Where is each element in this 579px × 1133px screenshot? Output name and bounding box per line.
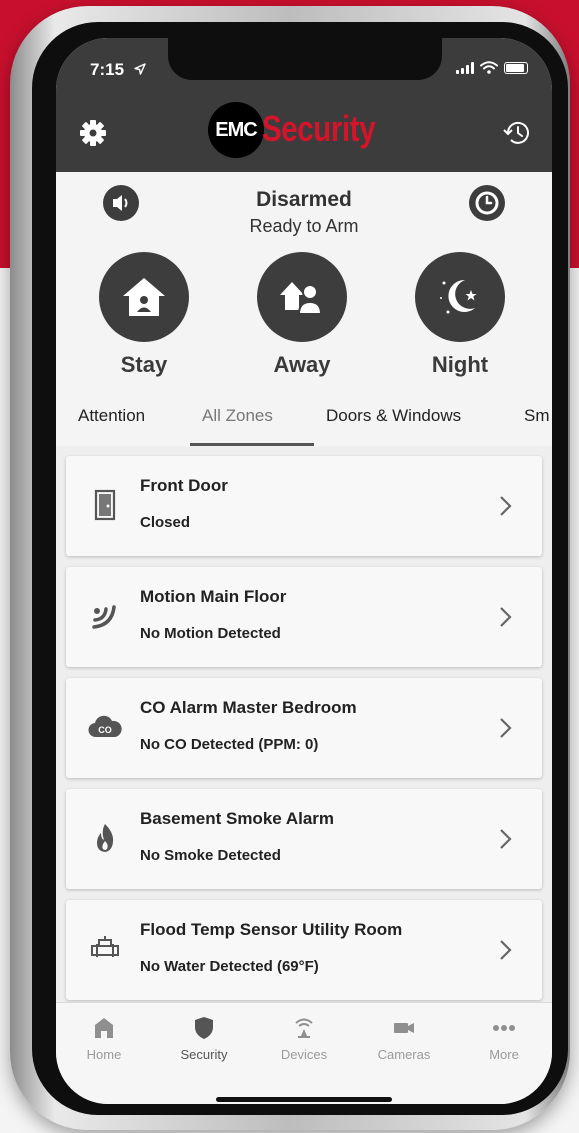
mode-night-circle: [415, 252, 505, 342]
zone-status: No CO Detected (PPM: 0): [140, 736, 319, 753]
mode-away-label: Away: [273, 352, 331, 377]
history-icon[interactable]: [500, 116, 534, 150]
battery-icon: [504, 61, 528, 74]
tabbar-security[interactable]: Security: [164, 1015, 244, 1062]
motion-icon: [92, 605, 116, 629]
zone-status: No Motion Detected: [140, 625, 281, 642]
mode-night-button[interactable]: Night: [412, 252, 508, 378]
chevron-right-icon[interactable]: [498, 605, 514, 629]
home-indicator: [216, 1097, 392, 1102]
zone-card-co-alarm[interactable]: CO CO Alarm Master Bedroom No CO Detecte…: [66, 678, 542, 778]
tabbar-cameras[interactable]: Cameras: [364, 1015, 444, 1062]
zone-name: Front Door: [140, 476, 228, 495]
zone-filter-tabs: Attention All Zones Doors & Windows Sm: [56, 394, 552, 447]
zone-list: Front Door Closed Motion Main Floor No M…: [56, 446, 552, 1002]
mode-away-button[interactable]: Away: [254, 252, 350, 378]
house-icon: [123, 278, 165, 316]
moon-stars-icon: [440, 279, 477, 314]
tab-all-zones[interactable]: All Zones: [202, 406, 273, 426]
arm-panel: Disarmed Ready to Arm Stay Away Night At…: [56, 172, 552, 447]
tabbar-label: Cameras: [377, 1047, 431, 1062]
mode-stay-button[interactable]: Stay: [96, 252, 192, 378]
shield-icon: [195, 1017, 213, 1039]
tabbar-label: Security: [180, 1047, 228, 1062]
zone-name: CO Alarm Master Bedroom: [140, 698, 357, 717]
location-arrow-icon: [134, 63, 146, 75]
mode-stay-circle: [99, 252, 189, 342]
home-icon: [95, 1018, 113, 1038]
tabbar-label: More: [489, 1047, 519, 1062]
zone-status: Closed: [140, 514, 191, 531]
door-icon: [94, 489, 116, 521]
user-away-icon: [280, 282, 323, 315]
tabbar-home[interactable]: Home: [64, 1015, 144, 1062]
emc-security-logo: EMC Security: [208, 100, 390, 158]
zone-name: Motion Main Floor: [140, 587, 287, 606]
chevron-right-icon[interactable]: [498, 827, 514, 851]
more-dots-icon: [493, 1025, 515, 1031]
tabbar-devices[interactable]: Devices: [264, 1015, 344, 1062]
zone-card-front-door[interactable]: Front Door Closed: [66, 456, 542, 556]
tab-attention[interactable]: Attention: [78, 406, 145, 426]
mode-night-label: Night: [431, 352, 489, 377]
svg-text:CO: CO: [98, 725, 112, 735]
co-cloud-icon: CO: [88, 715, 122, 738]
chevron-right-icon[interactable]: [498, 494, 514, 518]
mode-stay-label: Stay: [120, 352, 168, 377]
status-time: 7:15: [90, 60, 125, 79]
zone-card-flood-sensor[interactable]: Flood Temp Sensor Utility Room No Water …: [66, 900, 542, 1000]
zone-status: No Water Detected (69°F): [140, 958, 319, 975]
signal-bars-icon: [456, 61, 474, 74]
mode-away-circle: [257, 252, 347, 342]
tabbar-label: Home: [86, 1047, 122, 1062]
clock-icon[interactable]: [468, 184, 506, 222]
flame-icon: [97, 824, 114, 852]
zone-card-motion[interactable]: Motion Main Floor No Motion Detected: [66, 567, 542, 667]
phone-screen: 7:15 EMC Security Disarmed Ready to Arm …: [56, 38, 552, 1104]
tabbar-more[interactable]: More: [464, 1015, 544, 1062]
wifi-icon: [480, 61, 498, 74]
zone-card-smoke-alarm[interactable]: Basement Smoke Alarm No Smoke Detected: [66, 789, 542, 889]
tab-smoke[interactable]: Sm: [524, 406, 550, 426]
zone-name: Basement Smoke Alarm: [140, 809, 335, 828]
status-icons: [456, 61, 528, 74]
phone-notch: [168, 38, 442, 80]
tab-doors-windows[interactable]: Doors & Windows: [326, 406, 461, 426]
logo-word: Security: [262, 108, 376, 149]
chevron-right-icon[interactable]: [498, 938, 514, 962]
chevron-right-icon[interactable]: [498, 716, 514, 740]
app-header: EMC Security: [56, 98, 552, 172]
wireless-icon: [295, 1018, 313, 1038]
pipe-icon: [91, 936, 119, 957]
zone-status: No Smoke Detected: [140, 847, 281, 864]
camera-icon: [394, 1023, 414, 1033]
logo-circle: EMC: [208, 102, 264, 158]
tabbar-label: Devices: [280, 1047, 328, 1062]
zone-name: Flood Temp Sensor Utility Room: [140, 920, 403, 939]
bottom-tab-bar: Home Security Devices Cameras More: [56, 1002, 552, 1104]
gear-icon[interactable]: [76, 116, 110, 150]
